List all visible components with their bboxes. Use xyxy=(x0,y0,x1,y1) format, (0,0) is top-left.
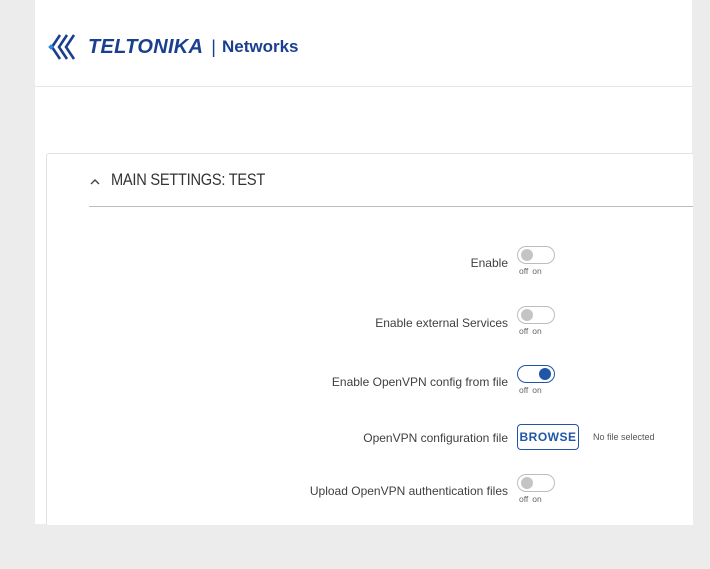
setting-row-external-services: Enable external Services off on xyxy=(47,306,693,346)
page: TELTONIKA | Networks MAIN SETTINGS: TEST… xyxy=(35,0,693,525)
toggle-on-label: on xyxy=(532,494,542,504)
setting-label: Enable OpenVPN config from file xyxy=(331,375,508,389)
browse-button[interactable]: BROWSE xyxy=(517,424,579,450)
toggle-captions: off on xyxy=(519,266,542,276)
brand-separator: | xyxy=(211,36,216,57)
brand-product: Networks xyxy=(221,37,299,56)
brand-name: TELTONIKA xyxy=(88,35,204,58)
setting-label: OpenVPN configuration file xyxy=(363,431,508,445)
toggle-knob xyxy=(521,477,533,489)
main-settings-panel: MAIN SETTINGS: TEST Enable off on Enable … xyxy=(46,153,693,525)
toggle-on-label: on xyxy=(532,385,542,395)
setting-row-enable: Enable off on xyxy=(47,246,693,286)
toggle-off-label: off xyxy=(519,385,529,395)
toggle-knob xyxy=(539,368,551,380)
toggle-knob xyxy=(521,309,533,321)
toggle-captions: off on xyxy=(519,494,542,504)
toggle-off-label: off xyxy=(519,494,529,504)
setting-label: Enable xyxy=(470,256,508,270)
setting-label: Enable external Services xyxy=(375,316,508,330)
chevron-up-icon xyxy=(90,179,100,185)
upload-auth-files-toggle[interactable] xyxy=(517,474,555,492)
external-services-toggle[interactable] xyxy=(517,306,555,324)
toggle-off-label: off xyxy=(519,326,529,336)
toggle-on-label: on xyxy=(532,266,542,276)
toggle-captions: off on xyxy=(519,326,542,336)
setting-label: Upload OpenVPN authentication files xyxy=(309,484,508,498)
setting-row-upload-auth-files: Upload OpenVPN authentication files off o… xyxy=(47,474,693,514)
enable-toggle[interactable] xyxy=(517,246,555,264)
teltonika-logo[interactable]: TELTONIKA | Networks xyxy=(46,30,299,64)
setting-row-openvpn-config-from-file: Enable OpenVPN config from file off on xyxy=(47,365,693,405)
setting-row-openvpn-config-file: OpenVPN configuration file BROWSE No fil… xyxy=(47,424,693,464)
toggle-off-label: off xyxy=(519,266,529,276)
toggle-knob xyxy=(521,249,533,261)
section-title: MAIN SETTINGS: TEST xyxy=(111,170,266,189)
file-status: No file selected xyxy=(593,432,655,442)
header: TELTONIKA | Networks xyxy=(35,0,692,87)
openvpn-config-from-file-toggle[interactable] xyxy=(517,365,555,383)
section-header[interactable]: MAIN SETTINGS: TEST xyxy=(89,154,693,207)
toggle-captions: off on xyxy=(519,385,542,395)
toggle-on-label: on xyxy=(532,326,542,336)
teltonika-logo-icon xyxy=(48,34,76,60)
